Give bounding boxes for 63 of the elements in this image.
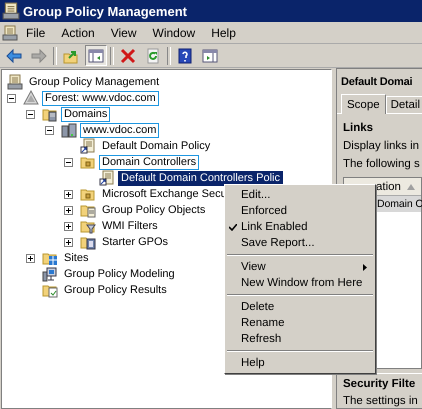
menu-item[interactable]: Save Report... [225, 235, 375, 251]
show-tree-button[interactable] [85, 45, 107, 66]
tree-item[interactable]: Domain Controllers [99, 154, 200, 170]
collapse-toggle[interactable] [45, 126, 54, 134]
tree-item[interactable]: Sites [61, 250, 92, 266]
tree-item[interactable]: Group Policy Modeling [61, 266, 178, 282]
menu-item[interactable]: Delete [225, 299, 375, 315]
tree-item[interactable]: Default Domain Policy [99, 138, 214, 154]
tree-item[interactable]: Starter GPOs [99, 234, 172, 250]
menu-item[interactable]: Link Enabled [225, 219, 375, 235]
menu-item[interactable]: Action [53, 24, 103, 42]
computer-icon [42, 266, 58, 282]
expand-toggle[interactable] [26, 254, 35, 262]
menu-item[interactable]: Edit... [225, 187, 375, 203]
show-tree-icon [88, 48, 104, 64]
tree-item[interactable]: Group Policy Management [26, 74, 162, 90]
server-icon [61, 122, 77, 138]
expand-toggle[interactable] [64, 190, 73, 198]
system-menu-icon[interactable] [2, 24, 18, 40]
tree-item[interactable]: WMI Filters [99, 218, 161, 234]
menu-item[interactable]: Enforced [225, 203, 375, 219]
menu-item[interactable]: Help [203, 24, 244, 42]
window-title: Group Policy Management [23, 4, 187, 18]
expand-toggle[interactable] [64, 206, 73, 214]
menu-item[interactable]: New Window from Here [225, 275, 375, 291]
help-icon [177, 48, 193, 64]
tree-item[interactable]: Group Policy Results [61, 282, 170, 298]
expand-toggle[interactable] [64, 238, 73, 246]
menu-item[interactable]: Window [144, 24, 204, 42]
description-text: The following s [342, 157, 421, 170]
tab[interactable]: Detail [386, 96, 422, 113]
forward-icon [31, 48, 47, 64]
description-text: The settings in [342, 394, 419, 407]
description-text: Display links in [342, 139, 420, 152]
menu-item[interactable]: Rename [225, 315, 375, 331]
document-shortcut-icon [99, 170, 115, 186]
tree-item[interactable]: Default Domain Controllers Polic [118, 170, 283, 186]
menu-item[interactable]: View [225, 259, 375, 275]
section-heading: Security Filte [342, 377, 416, 390]
refresh-icon [145, 48, 161, 64]
menu-item[interactable]: Help [225, 355, 375, 371]
document-shortcut-icon [80, 138, 96, 154]
delete-icon [120, 48, 136, 64]
tree-item[interactable]: www.vdoc.com [80, 122, 160, 138]
menu-item[interactable]: Refresh [225, 331, 375, 347]
collapse-toggle[interactable] [26, 110, 35, 118]
back-icon [6, 48, 22, 64]
menu-item[interactable]: View [102, 24, 144, 42]
console-icon [7, 74, 23, 90]
pane-title: Default Domai [340, 75, 414, 90]
section-heading: Links [342, 121, 374, 134]
tree-item[interactable]: Domains [61, 106, 110, 122]
tree-item[interactable]: Group Policy Objects [99, 202, 208, 218]
menu-item[interactable]: File [18, 24, 54, 42]
app-icon [2, 2, 20, 20]
tab[interactable]: Scope [341, 94, 386, 114]
triangle-icon [23, 90, 39, 106]
tree-item[interactable]: Forest: www.vdoc.com [42, 90, 159, 106]
submenu-arrow-icon [363, 264, 367, 271]
show-action-pane-icon [202, 48, 218, 64]
collapse-toggle[interactable] [64, 158, 73, 166]
expand-toggle[interactable] [64, 222, 73, 230]
collapse-toggle[interactable] [7, 94, 16, 102]
